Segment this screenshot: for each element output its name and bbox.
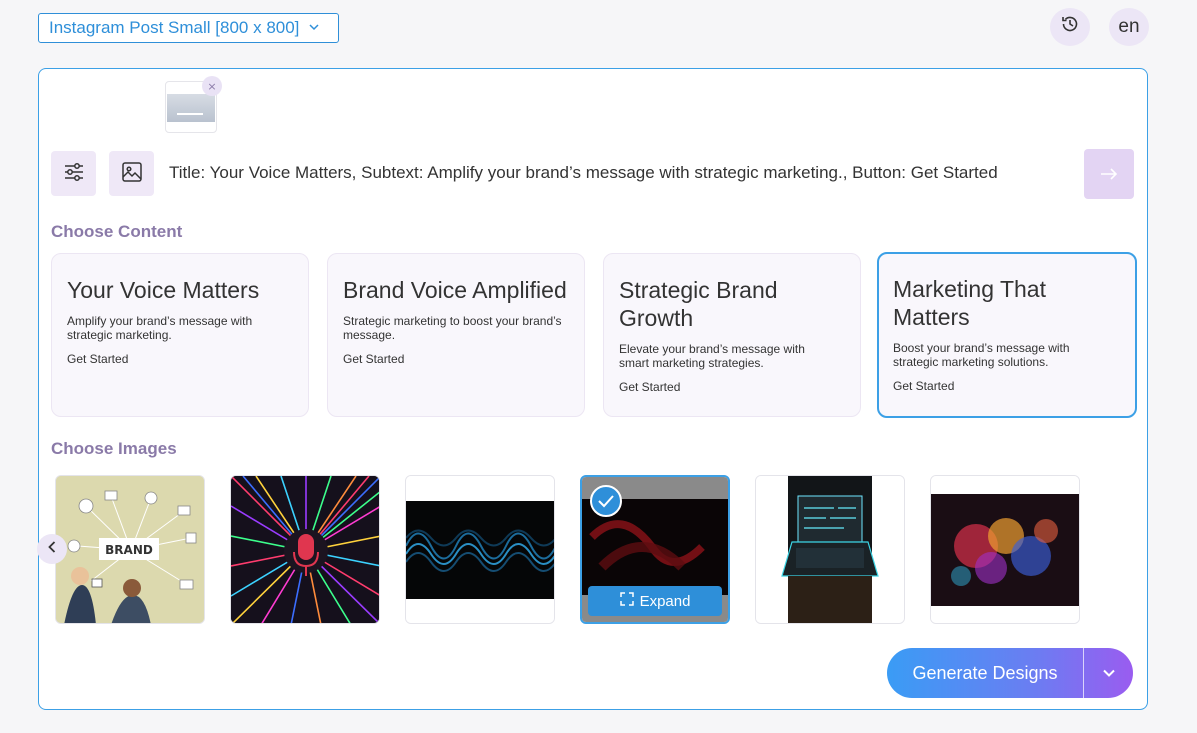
arrow-right-icon — [1100, 162, 1118, 186]
image-option[interactable] — [405, 475, 555, 624]
microphone-burst-image — [231, 476, 379, 623]
expand-icon — [619, 592, 634, 610]
laptop-image — [756, 476, 904, 623]
content-card-title: Brand Voice Amplified — [343, 277, 567, 303]
attachment-image — [167, 94, 215, 122]
content-card-title: Strategic Brand Growth — [619, 277, 778, 331]
image-option[interactable] — [930, 475, 1080, 624]
send-button[interactable] — [1084, 149, 1134, 199]
settings-button[interactable] — [51, 151, 96, 196]
images-prev-button[interactable] — [37, 534, 67, 564]
chevron-down-icon — [309, 22, 319, 34]
sound-wave-image — [406, 476, 554, 623]
content-card-cta: Get Started — [893, 379, 955, 393]
history-icon — [1060, 14, 1080, 40]
design-panel: × Title: Your Voice Matters, Subtext: Am… — [37, 68, 1148, 710]
chevron-down-icon — [1102, 664, 1115, 682]
image-upload-button[interactable] — [109, 151, 154, 196]
remove-attachment-button[interactable]: × — [202, 76, 222, 96]
content-card-subtext: Strategic marketing to boost your brand’… — [343, 314, 562, 342]
size-select[interactable]: Instagram Post Small [800 x 800] — [38, 13, 339, 43]
selected-check-icon — [590, 485, 622, 517]
size-select-value: Instagram Post Small [800 x 800] — [49, 18, 300, 37]
image-option[interactable] — [230, 475, 380, 624]
close-icon: × — [207, 79, 217, 93]
generate-options-button[interactable] — [1084, 664, 1133, 682]
prompt-text[interactable]: Title: Your Voice Matters, Subtext: Ampl… — [169, 163, 998, 183]
image-option[interactable]: BRAND — [55, 475, 205, 624]
content-card-cta: Get Started — [619, 380, 681, 394]
content-card-cta: Get Started — [343, 352, 405, 366]
content-card[interactable]: Your Voice Matters Amplify your brand’s … — [51, 253, 309, 417]
generate-designs-button[interactable]: Generate Designs — [887, 648, 1133, 698]
image-option-selected[interactable]: Expand — [580, 475, 730, 624]
language-button[interactable]: en — [1109, 8, 1149, 46]
image-icon — [120, 160, 144, 188]
content-card[interactable]: Brand Voice Amplified Strategic marketin… — [327, 253, 585, 417]
history-button[interactable] — [1050, 8, 1090, 46]
sliders-icon — [62, 160, 86, 188]
expand-button[interactable]: Expand — [588, 586, 722, 616]
svg-text:BRAND: BRAND — [105, 543, 153, 557]
expand-label: Expand — [639, 592, 691, 610]
chevron-left-icon — [48, 541, 56, 557]
choose-content-label: Choose Content — [51, 222, 183, 241]
attachment-thumbnail[interactable]: × — [165, 76, 222, 133]
content-card[interactable]: Strategic Brand Growth Elevate your bran… — [603, 253, 861, 417]
language-label: en — [1118, 16, 1140, 37]
image-option[interactable] — [755, 475, 905, 624]
content-card-subtext: Elevate your brand’s message with smart … — [619, 342, 805, 370]
content-card-cta: Get Started — [67, 352, 129, 366]
brand-illustration: BRAND — [56, 476, 204, 623]
content-card-selected[interactable]: Marketing That Matters Boost your brand’… — [877, 252, 1137, 418]
content-card-subtext: Boost your brand’s message with strategi… — [893, 341, 1070, 369]
content-card-title: Marketing That Matters — [893, 276, 1046, 330]
choose-images-label: Choose Images — [51, 439, 177, 458]
bokeh-lights-image — [931, 476, 1079, 623]
content-card-title: Your Voice Matters — [67, 277, 260, 303]
generate-designs-label: Generate Designs — [912, 662, 1058, 683]
content-card-subtext: Amplify your brand’s message with strate… — [67, 314, 253, 342]
